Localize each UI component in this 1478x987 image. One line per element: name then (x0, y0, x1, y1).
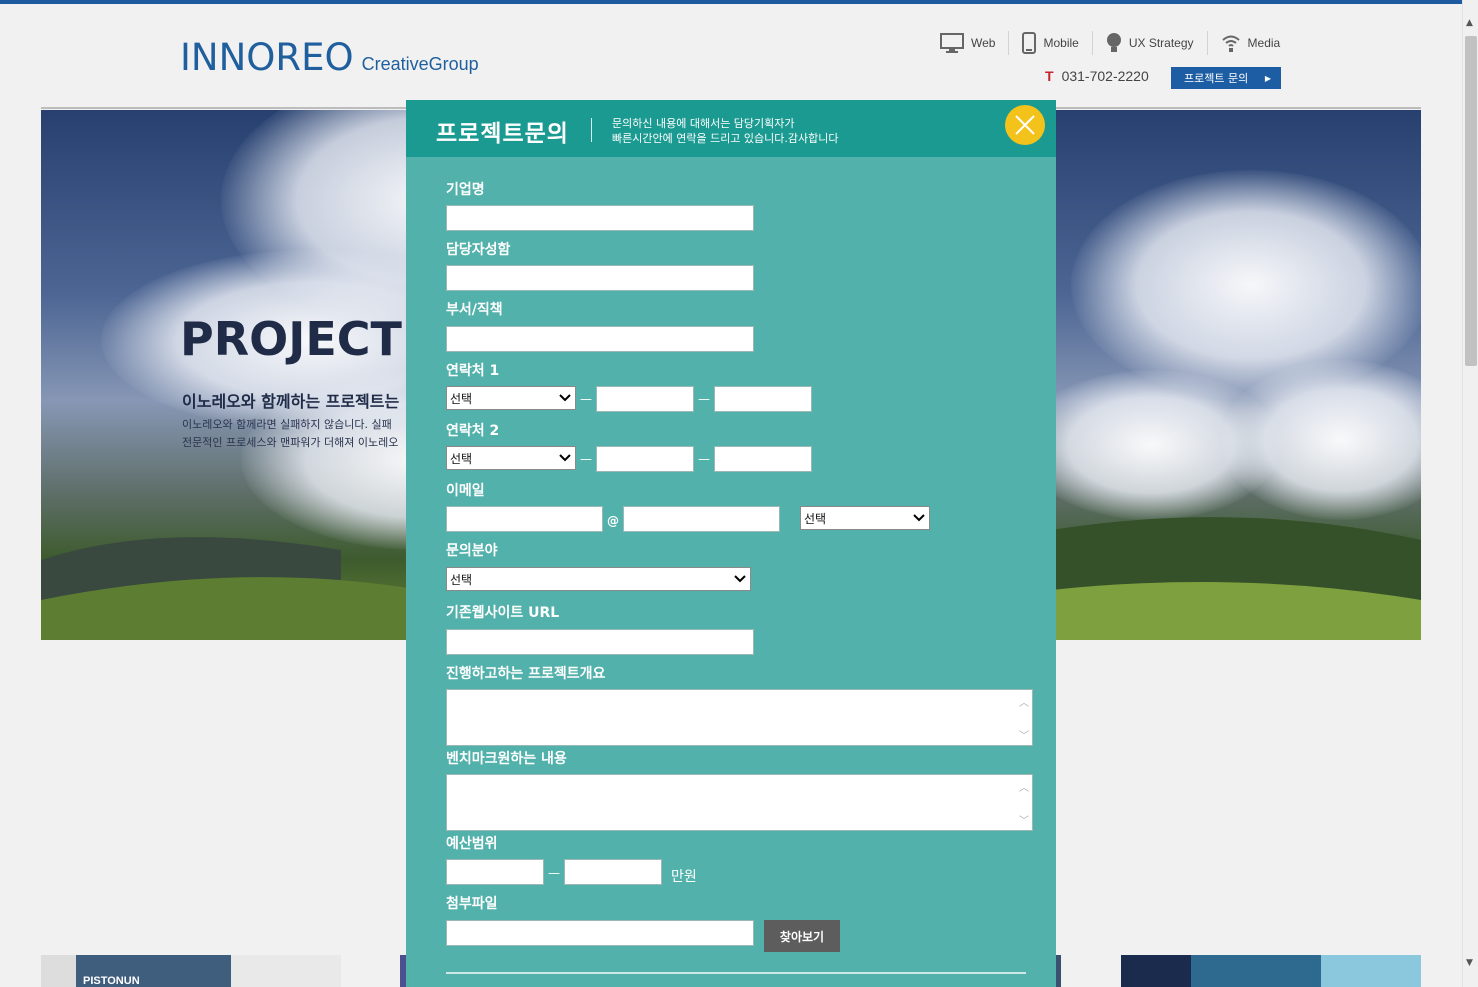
phone1-area-select[interactable]: 선택 (446, 386, 576, 410)
top-accent-bar (0, 0, 1462, 4)
modal-title: 프로젝트문의 (436, 121, 569, 147)
nav-item-label: Mobile (1043, 36, 1079, 50)
portfolio-thumbnail[interactable] (1121, 955, 1421, 987)
website-input[interactable] (446, 629, 754, 655)
logo-sub-text: CreativeGroup (361, 54, 479, 74)
browse-button[interactable]: 찾아보기 (764, 920, 840, 952)
email-label: 이메일 (446, 483, 485, 499)
close-icon (1015, 115, 1035, 135)
modal-bottom-divider (446, 972, 1026, 974)
inquiry-field-select[interactable]: 선택 (446, 567, 751, 591)
benchmark-textarea[interactable]: ︿ ﹀ (446, 774, 1033, 831)
chevron-down-icon (913, 514, 925, 522)
nav-item-label: UX Strategy (1128, 36, 1194, 50)
top-nav: Web Mobile UX Strategy Media (940, 30, 1293, 56)
inquiry-field-label: 문의분야 (446, 543, 498, 559)
phone-text: 031-702-2220 (1061, 68, 1149, 84)
budget-label: 예산범위 (446, 836, 498, 852)
phone2-middle-input[interactable] (596, 446, 694, 472)
chevron-down-icon[interactable]: ﹀ (1019, 812, 1029, 827)
phone-number: T 031-702-2220 (1045, 68, 1149, 84)
project-inquiry-modal: 프로젝트문의 문의하신 내용에 대해서는 담당기획자가 빠른시간안에 연락을 드… (406, 100, 1056, 987)
scroll-thumb[interactable] (1465, 36, 1477, 366)
hero-description-line1: 이노레오와 함께라면 실패하지 않습니다. 실패 (182, 418, 392, 431)
phone1-last-input[interactable] (714, 386, 812, 412)
chevron-up-icon[interactable]: ︿ (1019, 779, 1029, 794)
phone-prefix: T (1045, 68, 1054, 84)
nav-item-mobile[interactable]: Mobile (1008, 31, 1091, 55)
wifi-icon (1221, 35, 1240, 52)
phone2-area-select[interactable]: 선택 (446, 446, 576, 470)
project-inquiry-button[interactable]: 프로젝트 문의 ▶ (1171, 67, 1281, 89)
benchmark-label: 벤치마크원하는 내용 (446, 751, 567, 767)
department-label: 부서/직책 (446, 302, 503, 318)
dash-separator: — (548, 866, 560, 880)
monitor-icon (940, 33, 964, 53)
nav-item-ux-strategy[interactable]: UX Strategy (1091, 31, 1207, 55)
arrow-right-icon: ▶ (1264, 73, 1271, 83)
portfolio-thumbnail[interactable] (1056, 955, 1061, 987)
dash-separator: — (580, 452, 592, 466)
modal-header-divider (591, 118, 592, 142)
nav-item-label: Media (1247, 36, 1281, 50)
modal-description-line2: 빠른시간안에 연락을 드리고 있습니다.감사합니다 (612, 132, 839, 145)
phone2-last-input[interactable] (714, 446, 812, 472)
hero-description-line2: 전문적인 프로세스와 맨파워가 더해져 이노레오 (182, 436, 399, 449)
chevron-down-icon (559, 454, 571, 462)
portfolio-thumbnail[interactable]: PISTONUN (41, 955, 341, 987)
website-label: 기존웹사이트 URL (446, 605, 560, 621)
nav-item-media[interactable]: Media (1206, 31, 1294, 55)
logo[interactable]: INNOREO CreativeGroup (180, 36, 479, 79)
phone1-label: 연락처 1 (446, 363, 500, 379)
thumbnail-title: PISTONUN (83, 975, 140, 987)
contact-name-label: 담당자성함 (446, 242, 511, 258)
chevron-down-icon (559, 394, 571, 402)
at-symbol: @ (607, 514, 619, 528)
email-id-input[interactable] (446, 506, 603, 532)
select-value: 선택 (450, 572, 473, 587)
close-button[interactable] (1005, 105, 1045, 145)
dash-separator: — (698, 452, 710, 466)
select-value: 선택 (450, 451, 473, 466)
project-inquiry-label: 프로젝트 문의 (1184, 72, 1249, 85)
email-domain-select[interactable]: 선택 (800, 506, 930, 530)
scroll-down-icon[interactable]: ▼ (1466, 958, 1473, 968)
budget-min-input[interactable] (446, 859, 544, 885)
chevron-down-icon[interactable]: ﹀ (1019, 727, 1029, 742)
company-label: 기업명 (446, 182, 485, 198)
attachment-label: 첨부파일 (446, 896, 498, 912)
chevron-up-icon[interactable]: ︿ (1019, 694, 1029, 709)
nav-item-web[interactable]: Web (940, 31, 1008, 55)
contact-name-input[interactable] (446, 265, 754, 291)
attachment-path-input[interactable] (446, 920, 754, 946)
lightbulb-icon (1106, 33, 1121, 52)
nav-item-label: Web (971, 36, 996, 50)
phone1-middle-input[interactable] (596, 386, 694, 412)
scroll-up-icon[interactable]: ▲ (1466, 18, 1473, 28)
mobile-icon (1022, 32, 1037, 54)
department-input[interactable] (446, 326, 754, 352)
page-scrollbar[interactable]: ▲ ▼ (1462, 0, 1478, 987)
hero-subtitle: 이노레오와 함께하는 프로젝트는 (182, 392, 400, 411)
textarea-scroll-arrows[interactable]: ︿ ﹀ (1019, 694, 1029, 742)
textarea-scroll-arrows[interactable]: ︿ ﹀ (1019, 779, 1029, 827)
phone2-label: 연락처 2 (446, 423, 500, 439)
overview-label: 진행하고하는 프로젝트개요 (446, 666, 606, 682)
select-value: 선택 (450, 391, 473, 406)
logo-main-text: INNOREO (180, 36, 354, 79)
modal-description-line1: 문의하신 내용에 대해서는 담당기획자가 (612, 117, 795, 130)
budget-unit: 만원 (671, 869, 697, 885)
modal-description: 문의하신 내용에 대해서는 담당기획자가 빠른시간안에 연락을 드리고 있습니다… (612, 116, 839, 146)
budget-max-input[interactable] (564, 859, 662, 885)
select-value: 선택 (804, 511, 827, 526)
dash-separator: — (580, 392, 592, 406)
company-input[interactable] (446, 205, 754, 231)
dash-separator: — (698, 392, 710, 406)
modal-header: 프로젝트문의 문의하신 내용에 대해서는 담당기획자가 빠른시간안에 연락을 드… (406, 100, 1056, 157)
overview-textarea[interactable]: ︿ ﹀ (446, 689, 1033, 746)
email-domain-input[interactable] (623, 506, 780, 532)
chevron-down-icon (734, 575, 746, 583)
